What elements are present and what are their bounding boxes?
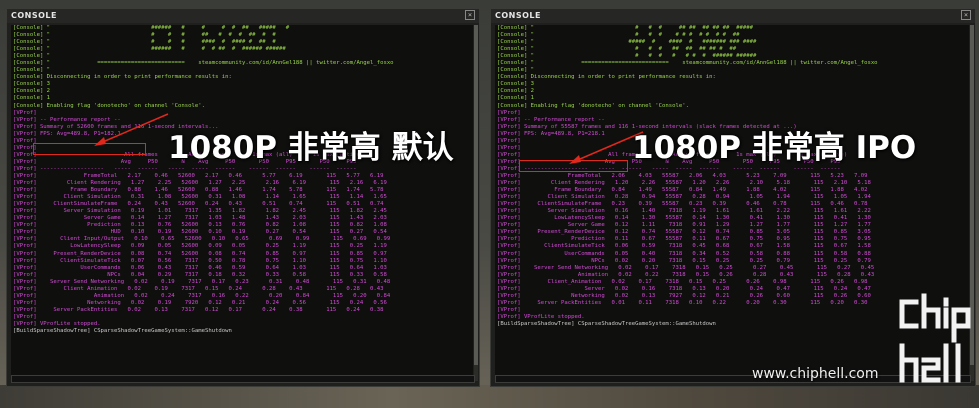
console-line: [VProf] ClientSimulateTick 0.06 0.59 731… xyxy=(497,243,871,250)
console-line: [VProf] Client Input/Output 0.10 0.65 52… xyxy=(13,236,391,243)
caption-right: 1080P 非常高 IPO xyxy=(632,130,917,166)
console-scrollbar[interactable] xyxy=(474,25,478,381)
console-line: [VProf] Frame Boundary 0.88 1.46 52600 0… xyxy=(13,187,384,194)
chiphell-logo xyxy=(899,293,971,383)
console-line: [VProf] Server Send Networking 0.02 0.19… xyxy=(13,278,391,285)
console-line: [VProf] FrameTotal 2.17 0.46 52600 2.17 … xyxy=(13,172,384,179)
console-line: [VProf] xyxy=(497,109,521,116)
console-line: [VProf] Frame Boundary 0.84 1.49 55587 0… xyxy=(497,187,868,194)
console-line: [Console] Disconnecting in order to prin… xyxy=(13,74,232,81)
console-line: [VProf] Prediction 0.11 0.67 55587 0.11 … xyxy=(497,236,871,243)
console-input-left[interactable] xyxy=(11,375,475,383)
arrow-icon-left xyxy=(94,113,169,146)
console-line: [VProf] xyxy=(13,313,37,320)
console-line: [Console] " xyxy=(13,53,51,60)
console-line: [Console] " ###### # # # # ## ##### # xyxy=(13,25,290,31)
console-line: [VProf] Client Rendering 1.20 2.26 55587… xyxy=(497,180,871,187)
console-line: [Console] " # # # #### # #### # ## # xyxy=(13,39,276,46)
console-line: [VProf] Server Game 0.12 1.11 7318 0.91 … xyxy=(497,222,871,229)
console-line: [VProf] Server Send Networking 0.02 0.17… xyxy=(497,264,875,271)
console-line: [VProf] Client Rendering 1.27 2.25 52600… xyxy=(13,180,387,187)
watermark: www.chiphell.com xyxy=(752,366,879,382)
console-line: [Console] " ##### # #### # ####### ### #… xyxy=(497,39,757,46)
console-line: [VProf] UserCommands 0.05 0.40 7318 0.34… xyxy=(497,250,871,257)
console-window-left: CONSOLE × [Console] " ###### # # # # ## … xyxy=(6,8,480,387)
console-line: [VProf] ClientSimulateFrame 0.23 0.39 55… xyxy=(497,201,868,208)
console-line: [VProf] Present_RenderDevice 0.08 0.74 5… xyxy=(13,250,387,257)
console-line: [VProf] VProfLite stopped. xyxy=(13,320,101,327)
console-line: [VProf] xyxy=(13,109,37,116)
console-line: [VProf] Server PackEntities 0.02 0.13 73… xyxy=(13,306,384,313)
console-line: [Console] 3 xyxy=(497,81,535,88)
console-line: [VProf] ClientSimulateTick 0.07 0.56 731… xyxy=(13,257,387,264)
console-line: [VProf] FrameTotal 2.06 4.03 55587 2.06 … xyxy=(497,172,868,179)
console-title: CONSOLE xyxy=(491,9,975,23)
console-line: [Console] " # # # # # # # # # # ## xyxy=(497,32,740,39)
console-line: [VProf] NPCs 0.04 0.29 7317 0.18 0.32 0.… xyxy=(13,271,387,278)
console-line: [Console] Disconnecting in order to prin… xyxy=(497,74,716,81)
console-line: [Console] Enabling flag 'donotecho' on c… xyxy=(497,102,689,109)
console-output-left: [Console] " ###### # # # # ## ##### # [Co… xyxy=(11,25,473,381)
console-line: [Console] " # # # # # # # ###### ###### xyxy=(497,53,757,60)
scrollbar-thumb[interactable] xyxy=(474,25,478,365)
console-line: [VProf] Server Game 0.14 1.27 7317 1.03 … xyxy=(13,215,387,222)
close-icon[interactable]: × xyxy=(961,10,971,20)
console-line: [VProf] Present_RenderDevice 0.12 0.74 5… xyxy=(497,229,871,236)
close-icon[interactable]: × xyxy=(465,10,475,20)
console-line: [Console] " ###### # # # ## # ###### ###… xyxy=(13,46,286,53)
console-line: [VProf] Animation 0.02 0.22 7318 0.15 0.… xyxy=(497,271,875,278)
console-line: [Console] " xyxy=(13,67,51,74)
console-line: [Console] " # # # ## ## ## ## # ## xyxy=(497,46,737,53)
console-title: CONSOLE xyxy=(7,9,479,23)
console-line: [Console] 3 xyxy=(13,81,51,88)
caption-left: 1080P 非常高 默认 xyxy=(168,130,454,166)
console-line: [VProf] Server Simulation 0.16 1.40 7318… xyxy=(497,208,871,215)
console-line: [VProf] UserCommands 0.06 0.43 7317 0.46… xyxy=(13,264,387,271)
console-line: [Console] " ========================== s… xyxy=(13,60,394,67)
console-line: [Console] Enabling flag 'donotecho' on c… xyxy=(13,102,205,109)
console-line: [Console] " # # # ## # # # ## # # xyxy=(13,32,276,39)
console-line: [Console] " # # # ## ## ## ## ## ##### xyxy=(497,25,753,31)
console-line: [VProf] NPCs 0.02 0.20 7318 0.15 0.25 0.… xyxy=(497,257,871,264)
console-line: [Console] " ========================== s… xyxy=(497,60,878,67)
console-line: [VProf] Client Simulation 0.28 0.94 5558… xyxy=(497,194,871,201)
console-line: [VProf] Animation 0.02 0.24 7317 0.16 0.… xyxy=(13,292,391,299)
console-line: [VProf] Client Simulation 0.31 1.08 5260… xyxy=(13,194,387,201)
game-scene-strip xyxy=(0,385,979,408)
console-line: [VProf] Networking 0.02 0.19 7920 0.12 0… xyxy=(13,299,387,306)
console-line: [VProf] Client_Animation 0.02 0.17 7318 … xyxy=(497,278,868,285)
console-line: [VProf] LowLatencySleep 0.14 1.30 55587 … xyxy=(497,215,871,222)
console-line: [Console] 1 xyxy=(13,95,51,102)
console-line: [Console] " xyxy=(497,67,535,74)
console-line: [Console] 1 xyxy=(497,95,535,102)
console-line: [BuildSparseShadowTree] CSparseShadowTre… xyxy=(13,328,232,335)
console-line: [VProf] Client Animation 0.02 0.19 7317 … xyxy=(13,285,384,292)
console-line: [VProf] HUD 0.10 0.19 52600 0.10 0.19 0.… xyxy=(13,229,387,236)
console-line: [VProf] Server Simulation 0.19 1.01 7317… xyxy=(13,208,387,215)
console-line: [VProf] Prediction 0.13 0.76 52600 0.13 … xyxy=(13,222,387,229)
console-line: [Console] 2 xyxy=(13,88,51,95)
console-line: [VProf] LowLatencySleep 0.09 0.05 52600 … xyxy=(13,243,387,250)
console-line: [VProf] ClientSimulateFrame 0.24 0.43 52… xyxy=(13,201,384,208)
console-line: [Console] 2 xyxy=(497,88,535,95)
